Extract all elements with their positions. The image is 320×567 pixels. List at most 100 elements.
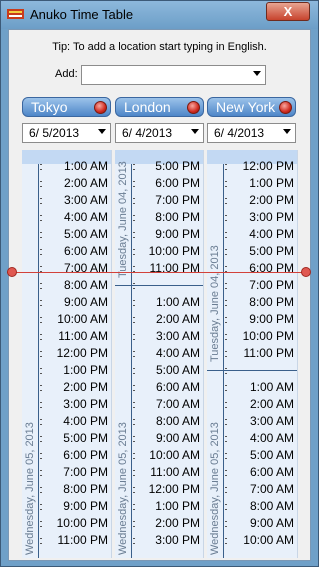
day-label: Tuesday, June 04, 2013	[117, 161, 129, 278]
current-time-line[interactable]	[7, 272, 309, 273]
title-bar[interactable]: Anuko Time Table X	[1, 1, 318, 29]
time-row[interactable]: 7:00 AM	[48, 260, 108, 277]
city-name: London	[124, 99, 171, 115]
time-row[interactable]: 6:00 PM	[140, 175, 200, 192]
time-row[interactable]: 8:00 AM	[48, 277, 108, 294]
date-picker-tokyo[interactable]: 6/ 5/2013	[22, 123, 111, 143]
time-row[interactable]: 6:00 AM	[234, 464, 294, 481]
time-row[interactable]: 3:00 AM	[48, 192, 108, 209]
time-row[interactable]: 1:00 AM	[234, 379, 294, 396]
time-row[interactable]: 4:00 AM	[48, 209, 108, 226]
current-time-handle-right[interactable]	[301, 267, 311, 277]
time-row[interactable]: 10:00 AM	[48, 311, 108, 328]
time-row[interactable]: 5:00 AM	[234, 447, 294, 464]
add-label: Add:	[55, 68, 78, 80]
time-row[interactable]: 3:00 PM	[48, 396, 108, 413]
time-row[interactable]: 6:00 AM	[140, 379, 200, 396]
time-row[interactable]: 5:00 PM	[140, 158, 200, 175]
date-value: 6/ 4/2013	[214, 126, 265, 140]
day-label: Wednesday, June 05, 2013	[209, 422, 221, 555]
tip-text: Tip: To add a location start typing in E…	[52, 41, 267, 53]
time-row[interactable]: 6:00 AM	[48, 243, 108, 260]
time-row[interactable]: 11:00 PM	[48, 532, 108, 549]
city-tab-tokyo[interactable]: Tokyo	[22, 97, 111, 117]
time-row[interactable]: 4:00 AM	[140, 345, 200, 362]
time-row[interactable]: 3:00 PM	[140, 532, 200, 549]
timeline-column-tokyo[interactable]: 1:00 AM 2:00 AM 3:00 AM 4:00 AM 5:00 AM 6:00 …	[22, 150, 112, 558]
time-row[interactable]: 1:00 PM	[48, 362, 108, 379]
time-row[interactable]: 12:00 PM	[234, 158, 294, 175]
time-row[interactable]: 11:00 AM	[48, 328, 108, 345]
city-tab-new-york[interactable]: New York	[207, 97, 296, 117]
time-row[interactable]: 5:00 PM	[234, 243, 294, 260]
time-row[interactable]: 11:00 PM	[234, 345, 294, 362]
time-row[interactable]: 9:00 AM	[48, 294, 108, 311]
time-row[interactable]: 12:00 PM	[140, 481, 200, 498]
time-row[interactable]: 2:00 AM	[48, 175, 108, 192]
main-panel: Tip: To add a location start typing in E…	[8, 29, 311, 561]
time-row[interactable]: 3:00 AM	[140, 328, 200, 345]
time-row[interactable]: 8:00 AM	[140, 413, 200, 430]
time-row[interactable]: 5:00 AM	[140, 362, 200, 379]
time-row[interactable]: 4:00 PM	[48, 413, 108, 430]
time-row[interactable]: 2:00 PM	[234, 192, 294, 209]
time-row[interactable]: 9:00 PM	[140, 226, 200, 243]
time-row[interactable]: 8:00 PM	[140, 209, 200, 226]
time-row[interactable]: 7:00 PM	[140, 192, 200, 209]
time-row[interactable]: 9:00 AM	[234, 515, 294, 532]
time-row[interactable]: 2:00 AM	[234, 396, 294, 413]
chevron-down-icon[interactable]	[253, 71, 261, 76]
time-row[interactable]: 1:00 AM	[140, 294, 200, 311]
window-title: Anuko Time Table	[30, 7, 134, 22]
time-row[interactable]: 9:00 PM	[234, 311, 294, 328]
date-picker-new-york[interactable]: 6/ 4/2013	[207, 123, 296, 143]
time-row[interactable]: 3:00 AM	[234, 413, 294, 430]
time-row[interactable]: 8:00 PM	[48, 481, 108, 498]
time-row[interactable]: 4:00 AM	[234, 430, 294, 447]
add-location-combo[interactable]	[81, 65, 266, 85]
app-window: Anuko Time Table X Tip: To add a locatio…	[0, 0, 319, 567]
time-row[interactable]: 6:00 PM	[234, 260, 294, 277]
remove-city-icon[interactable]	[279, 101, 292, 114]
time-row[interactable]: 8:00 AM	[234, 498, 294, 515]
time-row[interactable]: 10:00 PM	[48, 515, 108, 532]
time-row[interactable]: 5:00 PM	[48, 430, 108, 447]
current-time-handle-left[interactable]	[7, 267, 17, 277]
close-button[interactable]: X	[266, 2, 310, 21]
city-name: New York	[216, 99, 276, 115]
remove-city-icon[interactable]	[187, 101, 200, 114]
time-row[interactable]: 10:00 AM	[234, 532, 294, 549]
time-row[interactable]: 9:00 PM	[48, 498, 108, 515]
timeline-column-london[interactable]: 5:00 PM 6:00 PM 7:00 PM 8:00 PM 9:00 PM 10:00…	[115, 150, 204, 558]
app-logo-icon	[7, 9, 24, 19]
time-row[interactable]: 1:00 AM	[48, 158, 108, 175]
time-row[interactable]: 8:00 PM	[234, 294, 294, 311]
remove-city-icon[interactable]	[94, 101, 107, 114]
time-row[interactable]: 10:00 AM	[140, 447, 200, 464]
city-tab-london[interactable]: London	[115, 97, 204, 117]
chevron-down-icon[interactable]	[191, 129, 199, 134]
time-row[interactable]: 7:00 PM	[48, 464, 108, 481]
time-row[interactable]: 3:00 PM	[234, 209, 294, 226]
time-row[interactable]: 9:00 AM	[140, 430, 200, 447]
timeline-column-new-york[interactable]: 12:00 PM 1:00 PM 2:00 PM 3:00 PM 4:00 PM 5:00…	[207, 150, 298, 558]
time-row[interactable]: 12:00 PM	[48, 345, 108, 362]
time-row[interactable]: 11:00 PM	[140, 260, 200, 277]
time-row[interactable]: 2:00 PM	[48, 379, 108, 396]
time-row[interactable]: 11:00 AM	[140, 464, 200, 481]
time-row[interactable]: 4:00 PM	[234, 226, 294, 243]
time-row[interactable]: 1:00 PM	[234, 175, 294, 192]
time-row[interactable]: 2:00 AM	[140, 311, 200, 328]
time-row[interactable]: 2:00 PM	[140, 515, 200, 532]
time-row[interactable]: 10:00 PM	[140, 243, 200, 260]
time-row[interactable]: 10:00 PM	[234, 328, 294, 345]
time-row[interactable]: 6:00 PM	[48, 447, 108, 464]
chevron-down-icon[interactable]	[98, 129, 106, 134]
chevron-down-icon[interactable]	[283, 129, 291, 134]
time-row[interactable]: 7:00 AM	[140, 396, 200, 413]
time-row[interactable]: 1:00 PM	[140, 498, 200, 515]
time-row[interactable]: 7:00 AM	[234, 481, 294, 498]
time-row[interactable]: 5:00 AM	[48, 226, 108, 243]
date-picker-london[interactable]: 6/ 4/2013	[115, 123, 204, 143]
time-row[interactable]: 7:00 PM	[234, 277, 294, 294]
